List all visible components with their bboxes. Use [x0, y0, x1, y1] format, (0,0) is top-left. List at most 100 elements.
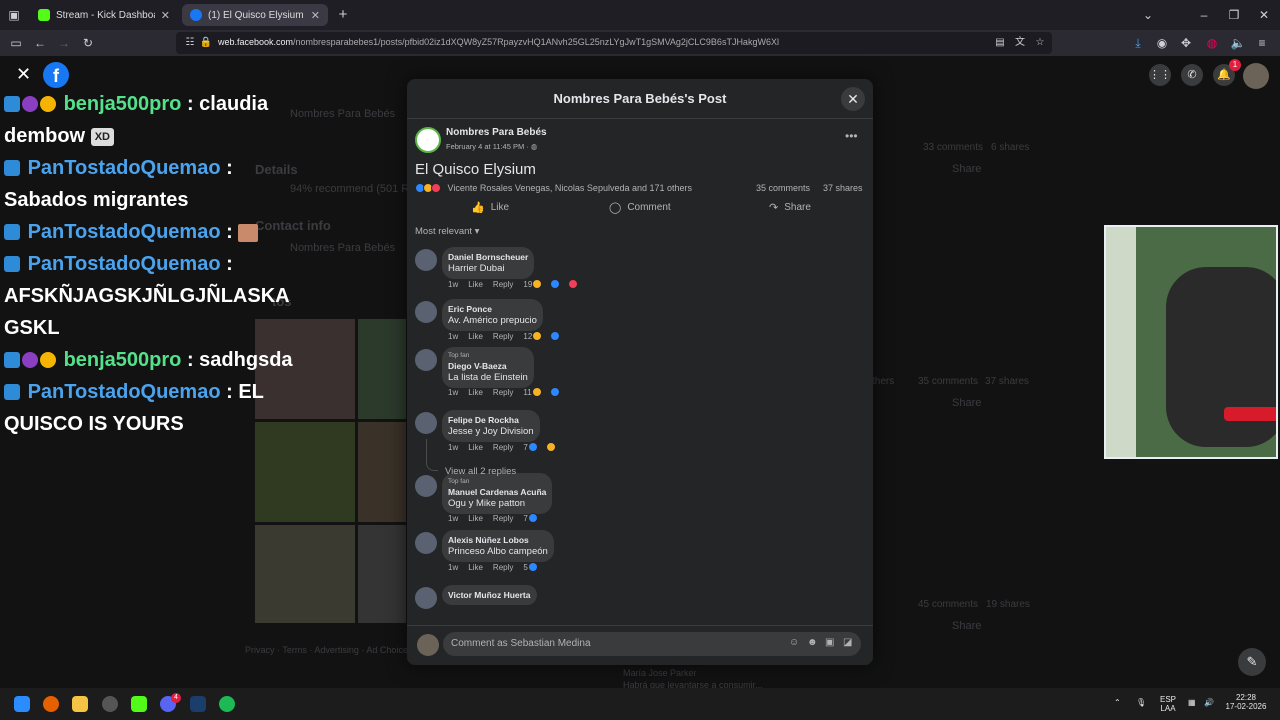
comment-time[interactable]: 1w [448, 388, 458, 397]
comment-time[interactable]: 1w [448, 280, 458, 289]
addon-icon[interactable]: ◍ [1204, 35, 1220, 51]
apps-grid-icon[interactable]: ⋮⋮ [1149, 64, 1171, 86]
comment-time[interactable]: 1w [448, 563, 458, 572]
commenter-avatar[interactable] [415, 301, 437, 323]
feed-share-button[interactable]: Share [952, 397, 981, 409]
volume-icon[interactable]: 🔊 [1204, 698, 1214, 707]
footer-links[interactable]: Privacy · Terms · Advertising · Ad Choic… [245, 645, 412, 655]
close-icon[interactable]: ✕ [841, 87, 865, 111]
commenter-name[interactable]: Daniel Bornscheuer [448, 252, 528, 262]
commenter-name[interactable]: Alexis Núñez Lobos [448, 535, 548, 545]
like-button[interactable]: 👍 Like [471, 201, 509, 214]
minimize-icon[interactable]: – [1196, 7, 1212, 23]
commenter-avatar[interactable] [415, 587, 437, 609]
feed-share-button[interactable]: Share [952, 620, 981, 632]
close-tab-icon[interactable]: ✕ [311, 9, 320, 22]
forward-icon[interactable]: → [56, 35, 72, 51]
gif-icon[interactable]: ▣ [825, 637, 834, 648]
feed-comments-count[interactable]: 33 comments [923, 142, 983, 153]
emoji-icon[interactable]: ☻ [807, 637, 818, 648]
download-icon[interactable]: ⤓ [1130, 35, 1146, 51]
bookmark-star-icon[interactable]: ☆ [1032, 35, 1048, 51]
commenter-avatar[interactable] [415, 532, 437, 554]
address-bar[interactable]: ☷ 🔒 web.facebook.com/nombresparabebes1/p… [176, 32, 1052, 54]
more-options-icon[interactable]: ••• [845, 129, 858, 143]
obs-icon[interactable] [102, 696, 118, 712]
commenter-avatar[interactable] [415, 475, 437, 497]
commenter-name[interactable]: Victor Muñoz Huerta [448, 590, 531, 600]
chevron-up-icon[interactable]: ⌃ [1114, 698, 1121, 707]
footer-link[interactable]: Advertising [314, 645, 359, 655]
post-date[interactable]: February 4 at 11:45 PM · ◍ [446, 142, 537, 151]
comments-count[interactable]: 35 comments [756, 183, 810, 193]
comment-reply-button[interactable]: Reply [493, 514, 513, 523]
reaction-count[interactable]: 19 [523, 280, 532, 289]
clock[interactable]: 22:28 17-02-2026 [1220, 693, 1272, 711]
commenter-name[interactable]: Eric Ponce [448, 304, 537, 314]
footer-link[interactable]: Terms [282, 645, 307, 655]
network-icon[interactable]: ▦ [1188, 698, 1196, 707]
chat-username[interactable]: benja500pro [64, 93, 182, 115]
share-button[interactable]: ↷ Share [769, 201, 811, 214]
comment-reply-button[interactable]: Reply [493, 332, 513, 341]
view-replies-link[interactable]: View all 2 replies [445, 466, 516, 477]
comment-time[interactable]: 1w [448, 443, 458, 452]
close-tab-icon[interactable]: ✕ [161, 9, 170, 22]
photo-thumb[interactable] [358, 319, 406, 419]
post-author[interactable]: Nombres Para Bebés [446, 127, 547, 138]
tab-facebook-post[interactable]: (1) El Quisco Elysium - Nombres Para Beb… [182, 4, 328, 26]
comment-reply-button[interactable]: Reply [493, 388, 513, 397]
feed-shares-count[interactable]: 6 shares [991, 142, 1029, 153]
commenter-avatar[interactable] [415, 349, 437, 371]
reactions-summary[interactable]: Vicente Rosales Venegas, Nicolas Sepulve… [415, 183, 692, 193]
comment-like-button[interactable]: Like [468, 563, 483, 572]
page-info-icon[interactable]: ☷ [182, 35, 198, 51]
feed-shares-count[interactable]: 19 shares [986, 599, 1030, 610]
chat-username[interactable]: PanTostadoQuemao [28, 253, 221, 275]
avatar-sticker-icon[interactable]: ☺ [789, 637, 799, 648]
puzzle-icon[interactable]: ✥ [1178, 35, 1194, 51]
translate-icon[interactable]: 文 [1012, 35, 1028, 51]
chat-username[interactable]: PanTostadoQuemao [28, 221, 221, 243]
commenter-name[interactable]: Diego V-Baeza [448, 361, 528, 371]
comment-button[interactable]: ◯ Comment [609, 201, 671, 214]
commenter-avatar[interactable] [415, 249, 437, 271]
photo-thumb[interactable] [358, 422, 406, 522]
tab-kick-dashboard[interactable]: Stream - Kick Dashboard ✕ [30, 4, 178, 26]
sidebar-toggle-icon[interactable]: ▭ [8, 35, 24, 51]
photo-thumb[interactable] [358, 525, 406, 623]
reaction-count[interactable]: 12 [523, 332, 532, 341]
extension-icon[interactable]: ◉ [1154, 35, 1170, 51]
footer-link[interactable]: Privacy [245, 645, 275, 655]
language-indicator[interactable]: ESP LAA [1157, 695, 1179, 713]
feed-comments-count[interactable]: 45 comments [918, 599, 978, 610]
microphone-icon[interactable]: 🎙 [1136, 698, 1146, 707]
comment-like-button[interactable]: Like [468, 332, 483, 341]
comment-time[interactable]: 1w [448, 514, 458, 523]
commenter-name[interactable]: Felipe De Rockha [448, 415, 534, 425]
back-icon[interactable]: ← [32, 35, 48, 51]
comment-time[interactable]: 1w [448, 332, 458, 341]
comment-input[interactable]: Comment as Sebastian Medina ☺ ☻ ▣ ◪ [443, 632, 861, 656]
file-explorer-icon[interactable] [72, 696, 88, 712]
comment-reply-button[interactable]: Reply [493, 280, 513, 289]
messenger-icon[interactable]: ✆ [1181, 64, 1203, 86]
reload-icon[interactable]: ↻ [80, 35, 96, 51]
commenter-name[interactable]: Manuel Cardenas Acuña [448, 487, 546, 497]
new-message-icon[interactable]: ✎ [1238, 648, 1266, 676]
shares-count[interactable]: 37 shares [823, 183, 863, 193]
chevron-down-icon[interactable]: ⌄ [1140, 7, 1156, 23]
close-window-icon[interactable]: ✕ [1256, 7, 1272, 23]
profile-avatar[interactable] [1243, 63, 1269, 89]
comment-reply-button[interactable]: Reply [493, 443, 513, 452]
feed-comments-count[interactable]: 35 comments [918, 376, 978, 387]
steam-icon[interactable] [190, 696, 206, 712]
reaction-count[interactable]: 11 [523, 388, 531, 397]
new-tab-icon[interactable]: + [335, 7, 351, 23]
page-avatar[interactable] [415, 127, 441, 153]
facebook-logo-icon[interactable]: f [43, 62, 69, 88]
chat-username[interactable]: PanTostadoQuemao [28, 381, 221, 403]
footer-link[interactable]: Ad Choices [366, 645, 412, 655]
feed-share-button[interactable]: Share [952, 163, 981, 175]
firefox-icon[interactable] [43, 696, 59, 712]
